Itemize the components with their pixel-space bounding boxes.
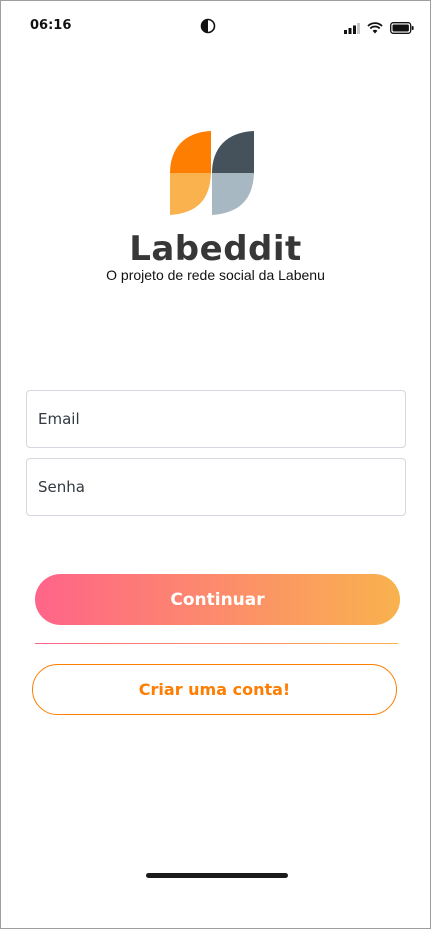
labeddit-logo	[170, 131, 254, 215]
signal-icon	[344, 19, 360, 38]
status-bar: 06:16	[1, 1, 430, 51]
contrast-icon	[200, 18, 216, 34]
home-indicator	[146, 873, 288, 878]
wifi-icon	[367, 19, 383, 38]
app-title: Labeddit	[129, 229, 302, 269]
create-account-button[interactable]: Criar uma conta!	[32, 664, 397, 715]
continue-button[interactable]: Continuar	[35, 574, 400, 625]
login-screen: 06:16 Labeddit O projeto de rede social …	[0, 0, 431, 929]
app-subtitle: O projeto de rede social da Labenu	[106, 267, 325, 283]
battery-icon	[390, 19, 414, 38]
divider	[35, 643, 398, 644]
password-field[interactable]	[27, 459, 405, 515]
status-time: 06:16	[30, 18, 72, 33]
password-field-container	[26, 458, 406, 516]
email-field-container	[26, 390, 406, 448]
email-field[interactable]	[27, 391, 405, 447]
